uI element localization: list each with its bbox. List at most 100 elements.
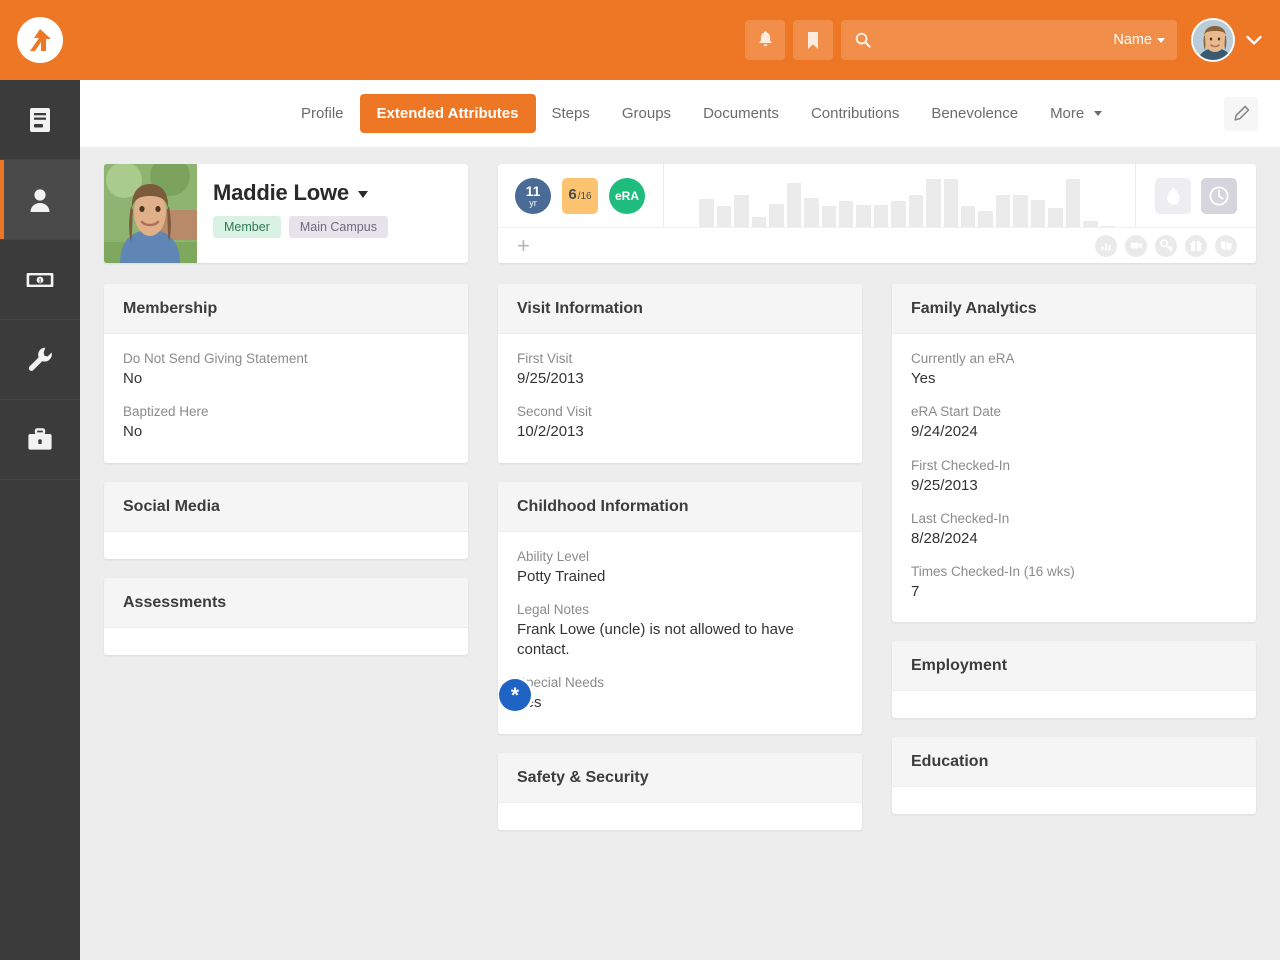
card-header: Visit Information bbox=[498, 284, 862, 334]
chevron-down-icon bbox=[1094, 111, 1103, 116]
card-title: Visit Information bbox=[517, 300, 643, 317]
tab-list: Profile Extended Attributes Steps Groups… bbox=[285, 94, 1118, 133]
logo-container[interactable] bbox=[0, 0, 80, 80]
sidebar-item-tools[interactable] bbox=[0, 320, 80, 400]
notifications-button[interactable] bbox=[745, 20, 785, 60]
chart-bar bbox=[926, 179, 941, 227]
badge-action-buttons bbox=[1136, 164, 1256, 227]
left-column: Membership Do Not Send Giving Statement … bbox=[104, 284, 468, 830]
bookmarks-button[interactable] bbox=[793, 20, 833, 60]
rock-logo bbox=[17, 17, 63, 63]
chevron-down-icon bbox=[1246, 35, 1262, 45]
field-label: Currently an eRA bbox=[911, 351, 1015, 366]
search-input[interactable] bbox=[883, 32, 1114, 48]
tab-navigation-bar: Profile Extended Attributes Steps Groups… bbox=[80, 80, 1280, 147]
tab-more[interactable]: More bbox=[1034, 96, 1118, 131]
field-first-checked-in: First Checked-In 9/25/2013 bbox=[911, 458, 1237, 496]
card-header: Family Analytics bbox=[892, 284, 1256, 334]
tab-label: More bbox=[1050, 105, 1085, 122]
wrench-icon bbox=[28, 347, 52, 371]
score-denominator: /16 bbox=[577, 190, 592, 202]
field-value: 9/24/2024 bbox=[911, 423, 978, 441]
tab-label: Benevolence bbox=[931, 105, 1019, 122]
person-name-dropdown[interactable]: Maddie Lowe bbox=[213, 180, 388, 206]
search-icon bbox=[855, 32, 871, 48]
masks-icon[interactable] bbox=[1215, 234, 1237, 257]
user-avatar[interactable] bbox=[1191, 18, 1235, 62]
gift-icon[interactable] bbox=[1185, 234, 1207, 257]
era-label: eRA bbox=[614, 188, 639, 203]
chevron-down-icon bbox=[1157, 37, 1165, 43]
search-scope-dropdown[interactable]: Name bbox=[1113, 32, 1165, 48]
field-label: Baptized Here bbox=[123, 404, 209, 420]
chart-bar bbox=[786, 182, 802, 227]
tab-benevolence[interactable]: Benevolence bbox=[915, 96, 1034, 131]
tab-extended-attributes[interactable]: Extended Attributes bbox=[359, 94, 536, 133]
user-menu-toggle[interactable] bbox=[1246, 35, 1262, 46]
right-column: Family Analytics Currently an eRA Yes eR… bbox=[892, 284, 1256, 830]
edit-person-button[interactable] bbox=[1224, 96, 1258, 131]
tab-label: Groups bbox=[621, 105, 672, 122]
person-photo[interactable] bbox=[104, 164, 197, 263]
field-value: 7 bbox=[911, 583, 920, 600]
key-icon[interactable] bbox=[1155, 234, 1177, 257]
field-label: Special Needs bbox=[517, 675, 605, 691]
sidebar-item-dashboard[interactable] bbox=[0, 80, 80, 160]
card-title: Employment bbox=[911, 657, 1008, 675]
badge-group: 11 yr 6 /16 eRA bbox=[498, 164, 664, 227]
field-label: First Checked-In bbox=[911, 457, 1011, 473]
tab-groups[interactable]: Groups bbox=[606, 96, 687, 131]
tab-label: Steps bbox=[551, 105, 590, 122]
card-employment: Employment bbox=[892, 641, 1256, 719]
clock-icon bbox=[1209, 185, 1229, 206]
card-header: Social Media bbox=[104, 481, 468, 532]
camera-icon[interactable] bbox=[1125, 234, 1147, 257]
field-label: Ability Level bbox=[517, 548, 590, 564]
sidebar-item-admin[interactable] bbox=[0, 400, 80, 480]
card-body: Ability Level Potty Trained Legal Notes … bbox=[498, 532, 862, 734]
score-number: 6 bbox=[568, 185, 577, 203]
card-title: Social Media bbox=[123, 497, 220, 515]
field-ability-level: Ability Level Potty Trained bbox=[517, 549, 843, 587]
tab-contributions[interactable]: Contributions bbox=[795, 96, 915, 131]
card-body: Do Not Send Giving Statement No Baptized… bbox=[104, 334, 468, 463]
field-value: 9/25/2013 bbox=[517, 370, 584, 387]
chart-bar bbox=[1030, 199, 1046, 227]
field-value: Frank Lowe (uncle) is not allowed to hav… bbox=[517, 620, 794, 658]
tab-label: Documents bbox=[703, 105, 779, 122]
chart-icon[interactable] bbox=[1095, 234, 1117, 257]
field-value: 10/2/2013 bbox=[517, 423, 584, 441]
card-header: Assessments bbox=[104, 577, 468, 628]
chart-bar bbox=[716, 206, 732, 227]
attendance-score-badge[interactable]: 6 /16 bbox=[562, 177, 598, 214]
tab-steps[interactable]: Steps bbox=[536, 96, 606, 131]
era-badge[interactable]: eRA bbox=[609, 177, 645, 214]
card-body: First Visit 9/25/2013 Second Visit 10/2/… bbox=[498, 334, 862, 463]
pencil-icon bbox=[1233, 105, 1249, 121]
add-badge-button[interactable]: + bbox=[517, 234, 530, 257]
field-label: eRA Start Date bbox=[911, 404, 1002, 420]
field-value: No bbox=[123, 370, 143, 387]
attendance-sparkline-chart bbox=[664, 164, 1136, 227]
search-container[interactable]: Name bbox=[841, 20, 1177, 60]
chart-bar bbox=[943, 179, 958, 227]
attendance-clock-button[interactable] bbox=[1201, 177, 1237, 214]
age-badge[interactable]: 11 yr bbox=[515, 177, 551, 214]
book-icon bbox=[30, 107, 50, 132]
person-pills: Member Main Campus bbox=[213, 216, 388, 238]
chevron-down-icon bbox=[357, 191, 368, 198]
chart-bar bbox=[804, 197, 819, 227]
chart-bar bbox=[821, 206, 836, 227]
chart-bar bbox=[891, 201, 906, 227]
card-header: Education bbox=[892, 737, 1256, 788]
sidebar-item-people[interactable] bbox=[0, 160, 80, 240]
chart-bar bbox=[838, 201, 854, 227]
briefcase-icon bbox=[28, 427, 52, 450]
tab-label: Extended Attributes bbox=[376, 105, 519, 122]
baptism-drop-button[interactable] bbox=[1155, 177, 1191, 214]
tab-documents[interactable]: Documents bbox=[687, 96, 795, 131]
tab-profile[interactable]: Profile bbox=[285, 96, 360, 131]
sidebar-item-finance[interactable]: 1 bbox=[0, 240, 80, 320]
card-header: Membership bbox=[104, 284, 468, 334]
badge-bar-top: 11 yr 6 /16 eRA bbox=[498, 164, 1256, 227]
